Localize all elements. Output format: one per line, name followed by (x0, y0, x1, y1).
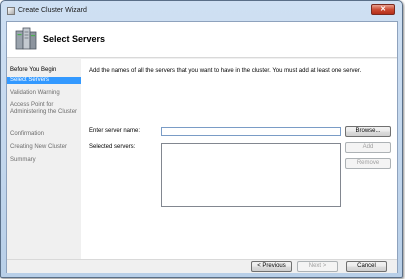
previous-button[interactable]: < Previous (251, 261, 292, 272)
wizard-window: Create Cluster Wizard ✕ Select Servers B… (0, 0, 403, 278)
app-icon (7, 7, 15, 15)
nav-step-summary[interactable]: Summary (7, 157, 81, 164)
add-button[interactable]: Add (345, 142, 391, 153)
wizard-content: Add the names of all the servers that yo… (81, 59, 397, 259)
browse-button[interactable]: Browse... (345, 126, 391, 137)
selected-servers-list[interactable] (161, 143, 341, 207)
nav-step-access-point[interactable]: Access Point for Administering the Clust… (7, 102, 81, 116)
page-title: Select Servers (43, 34, 106, 44)
cancel-button[interactable]: Cancel (346, 261, 387, 272)
nav-step-validation-warning[interactable]: Validation Warning (7, 90, 81, 97)
server-name-label: Enter server name: (89, 128, 141, 134)
server-name-input[interactable] (161, 127, 341, 136)
instructions-text: Add the names of all the servers that yo… (89, 68, 362, 74)
title-bar: Create Cluster Wizard ✕ (1, 1, 402, 21)
next-button[interactable]: Next > (297, 261, 338, 272)
window-title: Create Cluster Wizard (18, 7, 87, 14)
nav-step-confirmation[interactable]: Confirmation (7, 131, 81, 138)
close-button[interactable]: ✕ (371, 4, 395, 15)
wizard-steps-nav: Before You Begin Select Servers Validati… (7, 59, 81, 259)
nav-step-select-servers[interactable]: Select Servers (7, 77, 81, 84)
wizard-header: Select Servers (7, 22, 397, 58)
nav-step-before-you-begin[interactable]: Before You Begin (7, 67, 81, 74)
wizard-footer: < Previous Next > Cancel (7, 259, 397, 273)
remove-button[interactable]: Remove (345, 158, 391, 169)
selected-servers-label: Selected servers: (89, 144, 136, 150)
server-cluster-icon (15, 27, 37, 50)
nav-step-creating-new-cluster[interactable]: Creating New Cluster (7, 144, 81, 151)
wizard-client-area: Select Servers Before You Begin Select S… (6, 21, 398, 273)
